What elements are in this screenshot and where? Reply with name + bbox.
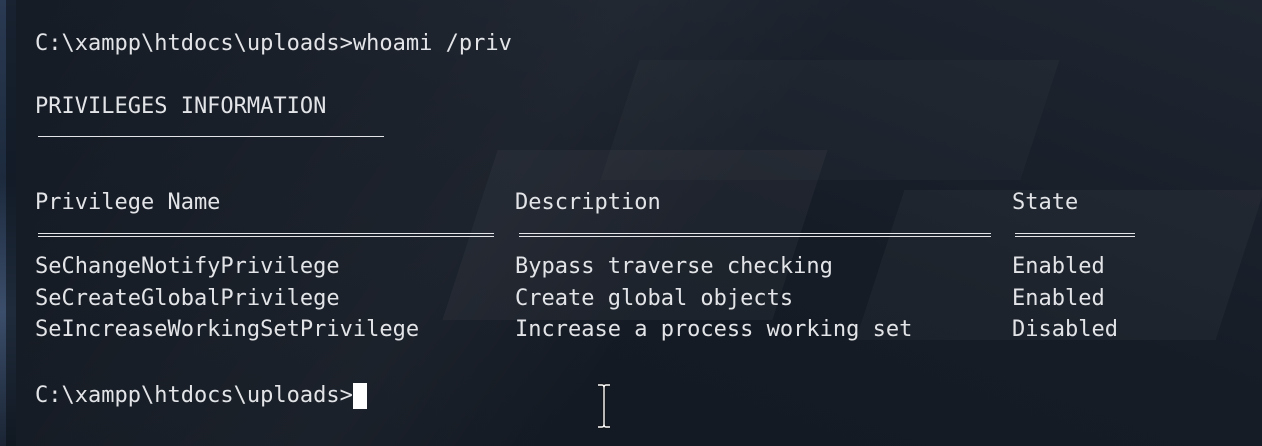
window-edge bbox=[0, 0, 16, 446]
privilege-description: Create global objects bbox=[515, 286, 794, 311]
privilege-name: SeIncreaseWorkingSetPrivilege bbox=[35, 317, 420, 342]
command-line: C:\xampp\htdocs\uploads>whoami /priv bbox=[35, 31, 512, 56]
header-privilege-name: Privilege Name bbox=[35, 190, 221, 215]
separator-name bbox=[38, 233, 494, 237]
i-beam-cursor-icon bbox=[598, 383, 610, 429]
prompt-line[interactable]: C:\xampp\htdocs\uploads> bbox=[35, 383, 367, 409]
privilege-state: Enabled bbox=[1012, 286, 1105, 311]
privilege-description: Increase a process working set bbox=[515, 317, 913, 342]
privilege-name: SeChangeNotifyPrivilege bbox=[35, 254, 340, 279]
terminal-window[interactable]: C:\xampp\htdocs\uploads>whoami /priv PRI… bbox=[0, 0, 1262, 446]
privilege-description: Bypass traverse checking bbox=[515, 254, 833, 279]
separator-state bbox=[1015, 233, 1135, 237]
separator-description bbox=[519, 233, 991, 237]
privilege-state: Enabled bbox=[1012, 254, 1105, 279]
header-state: State bbox=[1012, 190, 1079, 215]
header-description: Description bbox=[515, 190, 661, 215]
section-title-underline bbox=[38, 136, 384, 137]
block-cursor bbox=[352, 383, 367, 409]
prompt-text: C:\xampp\htdocs\uploads> bbox=[35, 383, 353, 408]
privilege-state: Disabled bbox=[1012, 317, 1118, 342]
wallpaper-shape bbox=[601, 60, 1060, 180]
section-title: PRIVILEGES INFORMATION bbox=[35, 94, 327, 119]
privilege-name: SeCreateGlobalPrivilege bbox=[35, 286, 340, 311]
